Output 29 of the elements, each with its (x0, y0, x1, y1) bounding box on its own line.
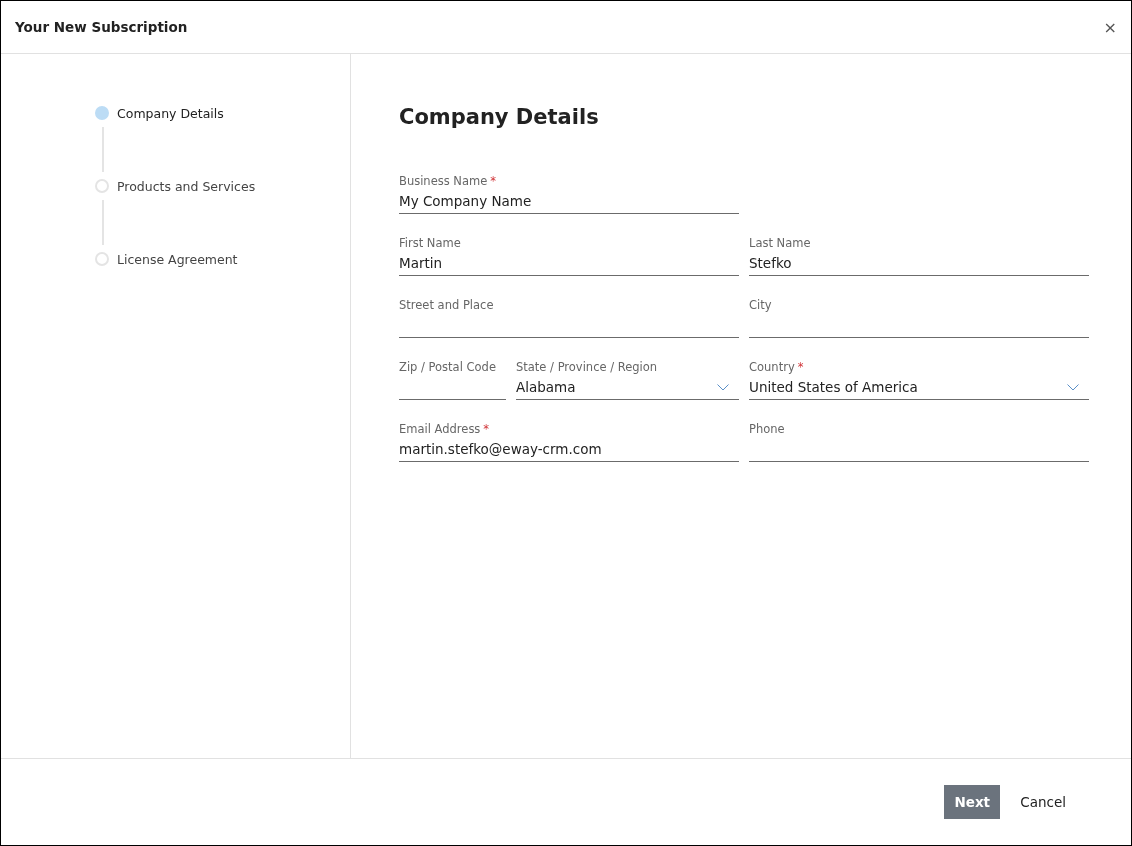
step-label[interactable]: Company Details (117, 105, 224, 121)
field-label: First Name (399, 236, 461, 250)
required-asterisk: * (797, 360, 804, 374)
field-label: Email Address (399, 422, 481, 436)
field-label: Zip / Postal Code (399, 360, 496, 374)
input-field[interactable]: martin.stefko@eway-crm.com (399, 438, 739, 462)
dialog-title: Your New Subscription (15, 19, 188, 35)
chevron-down-icon (1067, 383, 1079, 391)
chevron-down-icon (717, 383, 729, 391)
required-asterisk: * (490, 174, 497, 188)
close-button[interactable]: × (1099, 17, 1121, 37)
field-label: Country (749, 360, 795, 374)
input-field[interactable]: My Company Name (399, 190, 739, 214)
step-label[interactable]: Products and Services (117, 178, 256, 194)
section-heading: Company Details (399, 105, 600, 129)
required-asterisk: * (483, 422, 490, 436)
field-label: City (749, 298, 772, 312)
field-label: Last Name (749, 236, 811, 250)
step-label[interactable]: License Agreement (117, 251, 238, 267)
cancel-button[interactable]: Cancel (1010, 785, 1076, 819)
next-button[interactable]: Next (944, 785, 1001, 819)
dropdown-field[interactable]: Alabama (516, 376, 739, 400)
dropdown-field[interactable]: United States of America (749, 376, 1089, 400)
input-field[interactable]: Martin (399, 252, 739, 276)
field-label: Business Name (399, 174, 488, 188)
field-label: Street and Place (399, 298, 494, 312)
input-field[interactable]: Stefko (749, 252, 1089, 276)
field-label: State / Province / Region (516, 360, 658, 374)
field-label: Phone (749, 422, 785, 436)
